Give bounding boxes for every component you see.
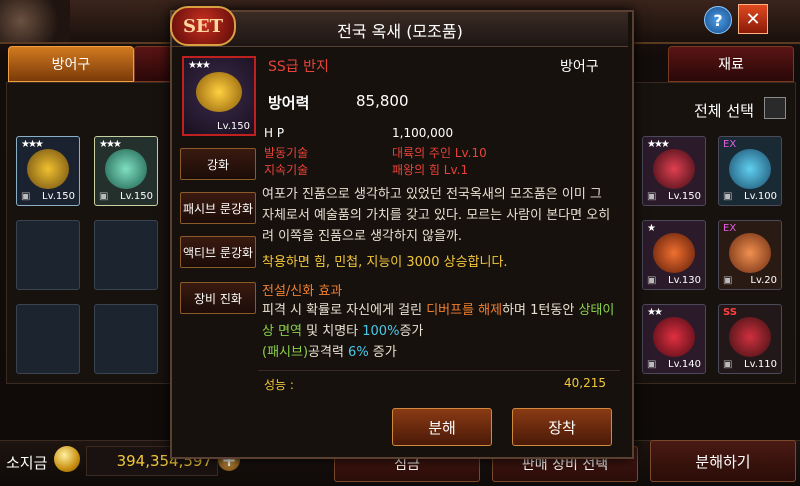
passive-skill-value: 패왕의 힘 Lv.1 (392, 163, 469, 177)
lock-icon: ▣ (723, 359, 733, 370)
main-stat-value: 85,800 (356, 92, 409, 110)
gold-coin-icon (54, 446, 80, 472)
ring-icon (653, 317, 695, 357)
inventory-slot-empty[interactable] (94, 304, 158, 374)
select-all-label: 전체 선택 (694, 102, 754, 120)
performance-label: 성능 : (264, 378, 294, 392)
tab-material[interactable]: 재료 (668, 46, 794, 82)
inventory-slot-empty[interactable] (16, 220, 80, 290)
popup-title: 전국 옥새 (모조품) (337, 22, 463, 41)
lock-icon: ▣ (99, 191, 109, 202)
inventory-slot-selected[interactable]: ★★★ ▣ Lv.150 (94, 136, 158, 206)
slot-level: Lv.140 (668, 359, 701, 370)
corner-ornament-left (0, 0, 70, 42)
slot-stars: ★ (647, 223, 656, 234)
performance-value: 40,215 (564, 376, 606, 390)
help-icon[interactable]: ? (704, 6, 732, 34)
enhance-button[interactable]: 강화 (180, 148, 256, 180)
passive-skill-label: 지속기술 (264, 163, 309, 177)
item-icon-frame: ★★★ Lv.150 (182, 56, 256, 136)
active-rune-enhance-button[interactable]: 액티브 룬강화 (180, 236, 256, 268)
slot-level: Lv.100 (744, 191, 777, 202)
slot-level: Lv.130 (668, 275, 701, 286)
inventory-slot[interactable]: EX ▣ Lv.20 (718, 220, 782, 290)
slot-level: Lv.110 (744, 359, 777, 370)
slot-stars: ★★★ (99, 139, 122, 150)
ring-icon (729, 233, 771, 273)
inventory-slot[interactable]: ★★★ ▣ Lv.150 (16, 136, 80, 206)
main-stat-label: 방어력 (268, 94, 310, 112)
ring-icon (653, 149, 695, 189)
lock-icon: ▣ (647, 191, 657, 202)
tab-armor[interactable]: 방어구 (8, 46, 134, 82)
slot-level: Lv.20 (750, 275, 777, 286)
inventory-slot[interactable]: SS ▣ Lv.110 (718, 304, 782, 374)
slot-stars: ★★★ (21, 139, 44, 150)
item-stars: ★★★ (188, 60, 211, 71)
divider (258, 370, 620, 371)
legend-effect-line2: 상 면역 및 치명타 100%증가 (262, 324, 424, 339)
trigger-skill-label: 발동기술 (264, 146, 309, 160)
inventory-slot[interactable]: ★★★ ▣ Lv.150 (642, 136, 706, 206)
slot-level: Lv.150 (42, 191, 75, 202)
slot-stars: ★★ (647, 307, 663, 318)
inventory-slot[interactable]: EX ▣ Lv.100 (718, 136, 782, 206)
disassemble-all-button[interactable]: 분해하기 (650, 440, 796, 482)
inventory-slot[interactable]: ★ ▣ Lv.130 (642, 220, 706, 290)
legend-effect-line1: 피격 시 확률로 자신에게 걸린 디버프를 해제하며 1턴동안 상태이 (262, 303, 615, 318)
inventory-slot-empty[interactable] (16, 304, 80, 374)
close-icon[interactable]: ✕ (738, 4, 768, 34)
disassemble-button[interactable]: 분해 (392, 408, 492, 446)
seal-icon (196, 72, 242, 112)
stat-hp-label: H P (264, 126, 285, 140)
legend-effect-title: 전설/신화 효과 (262, 284, 343, 299)
slot-level: Lv.150 (668, 191, 701, 202)
lock-icon: ▣ (21, 191, 31, 202)
slot-stars: ★★★ (647, 139, 670, 150)
ring-icon (729, 149, 771, 189)
slot-badge: SS (723, 307, 737, 318)
trigger-skill-value: 대륙의 주인 Lv.10 (392, 146, 487, 160)
inventory-slot-empty[interactable] (94, 220, 158, 290)
lock-icon: ▣ (647, 359, 657, 370)
passive-rune-enhance-button[interactable]: 패시브 룬강화 (180, 192, 256, 224)
lock-icon: ▣ (723, 191, 733, 202)
equip-button[interactable]: 장착 (512, 408, 612, 446)
item-grade: SS급 반지 (268, 59, 329, 75)
seal-icon (105, 149, 147, 189)
item-description-1: 여포가 진품으로 생각하고 있었던 전국옥새의 모조품은 이미 그 (262, 187, 602, 202)
select-all-checkbox[interactable] (764, 97, 786, 119)
ring-icon (729, 317, 771, 357)
ring-icon (653, 233, 695, 273)
slot-level: Lv.150 (120, 191, 153, 202)
item-category: 방어구 (560, 59, 599, 75)
seal-icon (27, 149, 69, 189)
slot-badge: EX (723, 139, 737, 150)
item-description-2: 자체로서 예술품의 가치를 갖고 있다. 모르는 사람이 본다면 오히 (262, 208, 611, 223)
item-level: Lv.150 (217, 121, 250, 132)
legend-effect-line3: (패시브)공격력 6% 증가 (262, 345, 397, 360)
stat-hp-value: 1,100,000 (392, 126, 454, 140)
lock-icon: ▣ (723, 275, 733, 286)
gold-label: 소지금 (6, 454, 48, 472)
item-description-3: 려 이쪽을 진품으로 생각하지 않을까. (262, 229, 463, 244)
set-bonus: 착용하면 힘, 민첩, 지능이 3000 상승합니다. (262, 255, 508, 270)
slot-badge: EX (723, 223, 737, 234)
inventory-slot[interactable]: ★★ ▣ Lv.140 (642, 304, 706, 374)
equipment-evolve-button[interactable]: 장비 진화 (180, 282, 256, 314)
lock-icon: ▣ (647, 275, 657, 286)
